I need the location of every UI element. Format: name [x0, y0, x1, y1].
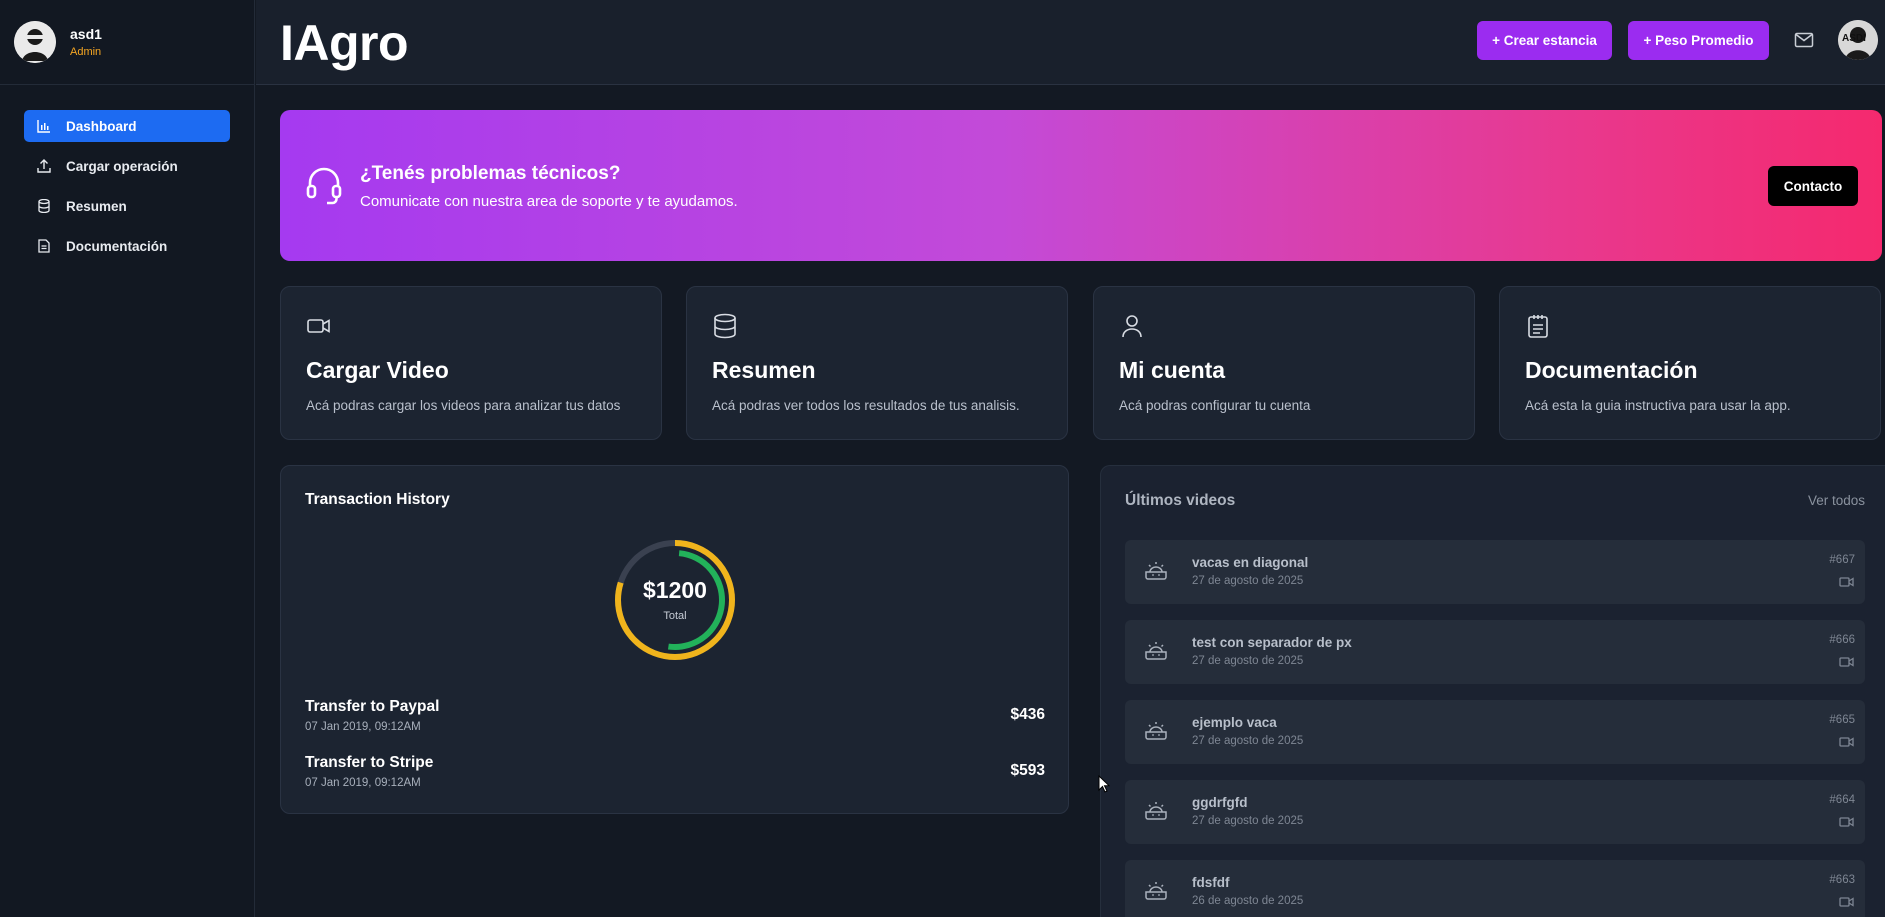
user-name: asd1 [70, 26, 102, 42]
transaction-name: Transfer to Stripe [305, 754, 434, 771]
panel-title: Transaction History [305, 491, 450, 508]
video-list-item[interactable]: ggdrfgfd 27 de agosto de 2025 #664 [1125, 780, 1865, 844]
video-date: 27 de agosto de 2025 [1192, 655, 1304, 667]
video-camera-icon [1839, 657, 1854, 667]
video-name: test con separador de px [1192, 635, 1352, 650]
sidebar-item-label: Resumen [66, 198, 127, 214]
banner-title: ¿Tenés problemas técnicos? [360, 163, 621, 184]
transaction-date: 07 Jan 2019, 09:12AM [305, 721, 421, 733]
donut-total-value: $1200 [643, 577, 707, 603]
cow-icon [1145, 562, 1167, 580]
video-date: 27 de agosto de 2025 [1192, 815, 1304, 827]
cow-icon [1145, 882, 1167, 900]
mail-icon[interactable] [1794, 31, 1814, 49]
sidebar-item-documentacion[interactable]: Documentación [24, 230, 230, 262]
panel-title: Últimos videos [1125, 492, 1236, 509]
headset-icon [306, 167, 342, 205]
video-name: ggdrfgfd [1192, 795, 1248, 810]
banner-subtitle: Comunicate con nuestra area de soporte y… [360, 193, 738, 210]
sidebar-item-resumen[interactable]: Resumen [24, 190, 230, 222]
transaction-date: 07 Jan 2019, 09:12AM [305, 777, 421, 789]
video-date: 27 de agosto de 2025 [1192, 575, 1304, 587]
video-id: #666 [1829, 634, 1855, 646]
video-list-item[interactable]: vacas en diagonal 27 de agosto de 2025 #… [1125, 540, 1865, 604]
transaction-name: Transfer to Paypal [305, 698, 440, 715]
support-banner: ¿Tenés problemas técnicos? Comunicate co… [280, 110, 1882, 261]
card-documentacion[interactable]: Documentación Acá esta la guia instructi… [1499, 286, 1881, 440]
header-avatar[interactable]: ASDI [1838, 20, 1878, 60]
card-title: Documentación [1525, 357, 1698, 383]
card-title: Cargar Video [306, 357, 449, 383]
mouse-cursor-icon [1098, 775, 1110, 793]
sidebar: asd1 Admin Dashboard Cargar operación Re… [0, 0, 255, 917]
cow-icon [1145, 642, 1167, 660]
user-icon [1122, 315, 1142, 338]
card-resumen[interactable]: Resumen Acá podras ver todos los resulta… [686, 286, 1068, 440]
sidebar-item-label: Documentación [66, 238, 168, 254]
cow-icon [1145, 802, 1167, 820]
document-icon [36, 238, 52, 254]
sidebar-item-cargar-operacion[interactable]: Cargar operación [24, 150, 230, 182]
header-avatar-text: ASDI [1842, 33, 1866, 44]
video-date: 26 de agosto de 2025 [1192, 895, 1304, 907]
user-role: Admin [70, 46, 102, 58]
video-camera-icon [1839, 737, 1854, 747]
video-camera-icon [1839, 817, 1854, 827]
transaction-row[interactable]: Transfer to Paypal 07 Jan 2019, 09:12AM … [305, 698, 1045, 738]
card-description: Acá podras configurar tu cuenta [1119, 398, 1311, 413]
video-id: #665 [1829, 714, 1855, 726]
peso-promedio-button[interactable]: + Peso Promedio [1628, 21, 1769, 60]
transaction-amount: $593 [1010, 762, 1045, 779]
video-date: 27 de agosto de 2025 [1192, 735, 1304, 747]
card-title: Mi cuenta [1119, 357, 1226, 383]
video-camera-icon [1839, 577, 1854, 587]
user-avatar-icon [14, 21, 56, 63]
video-list-item[interactable]: test con separador de px 27 de agosto de… [1125, 620, 1865, 684]
view-all-link[interactable]: Ver todos [1808, 493, 1865, 508]
latest-videos-panel: Últimos videos Ver todos vacas en diagon… [1100, 465, 1885, 917]
avatar[interactable] [14, 21, 56, 63]
donut-total-label: Total [663, 610, 687, 622]
upload-icon [36, 158, 52, 174]
cow-icon [1145, 722, 1167, 740]
video-list-item[interactable]: fdsfdf 26 de agosto de 2025 #663 [1125, 860, 1865, 917]
video-id: #667 [1829, 554, 1855, 566]
sidebar-user: asd1 Admin [0, 0, 254, 85]
create-estancia-button[interactable]: + Crear estancia [1477, 21, 1612, 60]
top-header: IAgro + Crear estancia + Peso Promedio A… [256, 0, 1885, 85]
database-icon [714, 313, 736, 339]
video-camera-icon [307, 319, 330, 333]
video-camera-icon [1839, 897, 1854, 907]
card-description: Acá esta la guia instructiva para usar l… [1525, 398, 1791, 413]
card-cargar-video[interactable]: Cargar Video Acá podras cargar los video… [280, 286, 662, 440]
video-name: ejemplo vaca [1192, 715, 1277, 730]
video-name: vacas en diagonal [1192, 555, 1309, 570]
transaction-amount: $436 [1010, 706, 1045, 723]
video-id: #663 [1829, 874, 1855, 886]
contact-button[interactable]: Contacto [1768, 166, 1858, 206]
sidebar-item-dashboard[interactable]: Dashboard [24, 110, 230, 142]
transaction-row[interactable]: Transfer to Stripe 07 Jan 2019, 09:12AM … [305, 754, 1045, 794]
transaction-history-panel: Transaction History $1200 Total Transfer… [280, 465, 1069, 814]
card-description: Acá podras cargar los videos para analiz… [306, 398, 621, 413]
card-description: Acá podras ver todos los resultados de t… [712, 398, 1020, 413]
bar-chart-icon [36, 118, 52, 134]
database-icon [36, 198, 52, 214]
clipboard-icon [1528, 315, 1548, 338]
video-name: fdsfdf [1192, 875, 1230, 890]
sidebar-nav: Dashboard Cargar operación Resumen Docum… [0, 85, 254, 262]
card-mi-cuenta[interactable]: Mi cuenta Acá podras configurar tu cuent… [1093, 286, 1475, 440]
page-title: IAgro [280, 15, 409, 71]
sidebar-item-label: Cargar operación [66, 158, 178, 174]
video-list-item[interactable]: ejemplo vaca 27 de agosto de 2025 #665 [1125, 700, 1865, 764]
video-id: #664 [1829, 794, 1855, 806]
sidebar-item-label: Dashboard [66, 118, 137, 134]
card-title: Resumen [712, 357, 816, 383]
